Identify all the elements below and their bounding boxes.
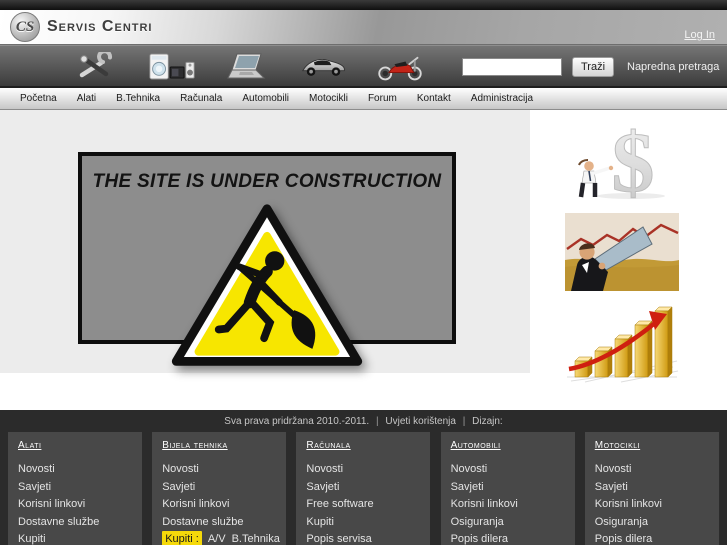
nav-item-alati[interactable]: Alati <box>67 93 106 104</box>
separator: | <box>375 416 379 427</box>
footer-buy-row: Kupiti : A/V B.Tehnika <box>162 531 280 545</box>
login-link[interactable]: Log In <box>684 29 715 41</box>
footer-link[interactable]: Free software <box>306 496 420 514</box>
footer-link[interactable]: Savjeti <box>306 479 420 497</box>
site-header: CS Servis Centri Log In <box>0 10 727 45</box>
motorcycle-icon[interactable] <box>376 51 424 83</box>
search-button[interactable]: Traži <box>572 57 615 77</box>
footer-column-alati: Alati Novosti Savjeti Korisni linkovi Do… <box>8 432 142 545</box>
car-icon[interactable] <box>300 51 348 83</box>
sidebar-banners: $ <box>565 114 685 395</box>
footer-column-automobili: Automobili Novosti Savjeti Korisni linko… <box>440 432 575 545</box>
footer-link[interactable]: Korisni linkovi <box>162 496 276 514</box>
main-nav: Početna Alati B.Tehnika Računala Automob… <box>0 88 727 110</box>
footer-column-title[interactable]: Automobili <box>451 440 565 451</box>
footer-column-motocikli: Motocikli Novosti Savjeti Korisni linkov… <box>584 432 719 545</box>
megaphone-announcement-image[interactable] <box>565 213 685 296</box>
footer-link[interactable]: Osiguranja <box>451 514 565 532</box>
footer-column-title[interactable]: Motocikli <box>595 440 709 451</box>
nav-item-btehnika[interactable]: B.Tehnika <box>106 93 170 104</box>
footer-link[interactable]: Novosti <box>162 461 276 479</box>
nav-item-motocikli[interactable]: Motocikli <box>299 93 358 104</box>
footer-link[interactable]: Dostavne službe <box>18 514 132 532</box>
footer-column-title[interactable]: Alati <box>18 440 132 451</box>
separator: | <box>462 416 466 427</box>
category-icons <box>72 51 424 83</box>
footer-link[interactable]: Novosti <box>595 461 709 479</box>
footer-link[interactable]: Popis dilera <box>595 531 709 545</box>
golden-growth-chart-image[interactable] <box>565 303 685 388</box>
footer-link[interactable]: Popis servisa <box>306 531 420 545</box>
footer-column-bijela-tehnika: Bijela tehnika Novosti Savjeti Korisni l… <box>152 432 287 545</box>
copyright-text: Sva prava pridržana 2010.-2011. <box>224 416 370 427</box>
footer-link[interactable]: Savjeti <box>595 479 709 497</box>
footer-link[interactable]: Savjeti <box>18 479 132 497</box>
site-name: Servis Centri <box>47 18 153 35</box>
page: CS Servis Centri Log In Traži Napredna p… <box>0 0 727 545</box>
nav-item-racunala[interactable]: Računala <box>170 93 232 104</box>
logo-cs-badge-icon: CS <box>10 12 40 42</box>
footer-link[interactable]: Korisni linkovi <box>451 496 565 514</box>
main-content: THE SITE IS UNDER CONSTRUCTION $ <box>0 110 727 410</box>
nav-item-kontakt[interactable]: Kontakt <box>407 93 461 104</box>
footer-link[interactable]: Novosti <box>451 461 565 479</box>
nav-item-administracija[interactable]: Administracija <box>461 93 543 104</box>
top-strip <box>0 0 727 10</box>
footer: Sva prava pridržana 2010.-2011. | Uvjeti… <box>0 410 727 545</box>
footer-link[interactable]: Novosti <box>18 461 132 479</box>
footer-link[interactable]: Dostavne službe <box>162 514 276 532</box>
construction-sign-icon <box>170 202 364 372</box>
footer-column-racunala: Računala Novosti Savjeti Free software K… <box>296 432 431 545</box>
design-label: Dizajn: <box>472 416 503 427</box>
nav-item-forum[interactable]: Forum <box>358 93 407 104</box>
footer-link[interactable]: Savjeti <box>451 479 565 497</box>
footer-link[interactable]: Savjeti <box>162 479 276 497</box>
footer-column-title[interactable]: Bijela tehnika <box>162 440 276 451</box>
nav-item-automobili[interactable]: Automobili <box>232 93 299 104</box>
footer-link[interactable]: Kupiti <box>306 514 420 532</box>
advanced-search-link[interactable]: Napredna pretraga <box>627 61 719 73</box>
appliances-icon[interactable] <box>148 51 196 83</box>
footer-columns: Alati Novosti Savjeti Korisni linkovi Do… <box>8 432 719 545</box>
footer-link[interactable]: Novosti <box>306 461 420 479</box>
construction-title: THE SITE IS UNDER CONSTRUCTION <box>92 171 442 192</box>
construction-panel: THE SITE IS UNDER CONSTRUCTION <box>0 110 530 373</box>
site-logo[interactable]: CS Servis Centri <box>10 12 152 42</box>
footer-column-title[interactable]: Računala <box>306 440 420 451</box>
svg-text:$: $ <box>612 117 655 201</box>
footer-link[interactable]: A/V <box>208 531 226 545</box>
footer-link[interactable]: Osiguranja <box>595 514 709 532</box>
nav-item-pocetna[interactable]: Početna <box>10 93 67 104</box>
dollar-businessman-image[interactable]: $ <box>565 114 685 211</box>
category-toolbar: Traži Napredna pretraga <box>0 45 727 88</box>
laptop-icon[interactable] <box>224 51 272 83</box>
terms-link[interactable]: Uvjeti korištenja <box>385 416 456 427</box>
tools-icon[interactable] <box>72 51 120 83</box>
footer-link[interactable]: Kupiti <box>18 531 132 545</box>
footer-link[interactable]: Korisni linkovi <box>595 496 709 514</box>
search-input[interactable] <box>462 58 562 76</box>
copyright-bar: Sva prava pridržana 2010.-2011. | Uvjeti… <box>0 410 727 427</box>
footer-link[interactable]: B.Tehnika <box>232 531 280 545</box>
buy-label-highlighted[interactable]: Kupiti : <box>162 531 202 545</box>
footer-link[interactable]: Popis dilera <box>451 531 565 545</box>
footer-link[interactable]: Korisni linkovi <box>18 496 132 514</box>
